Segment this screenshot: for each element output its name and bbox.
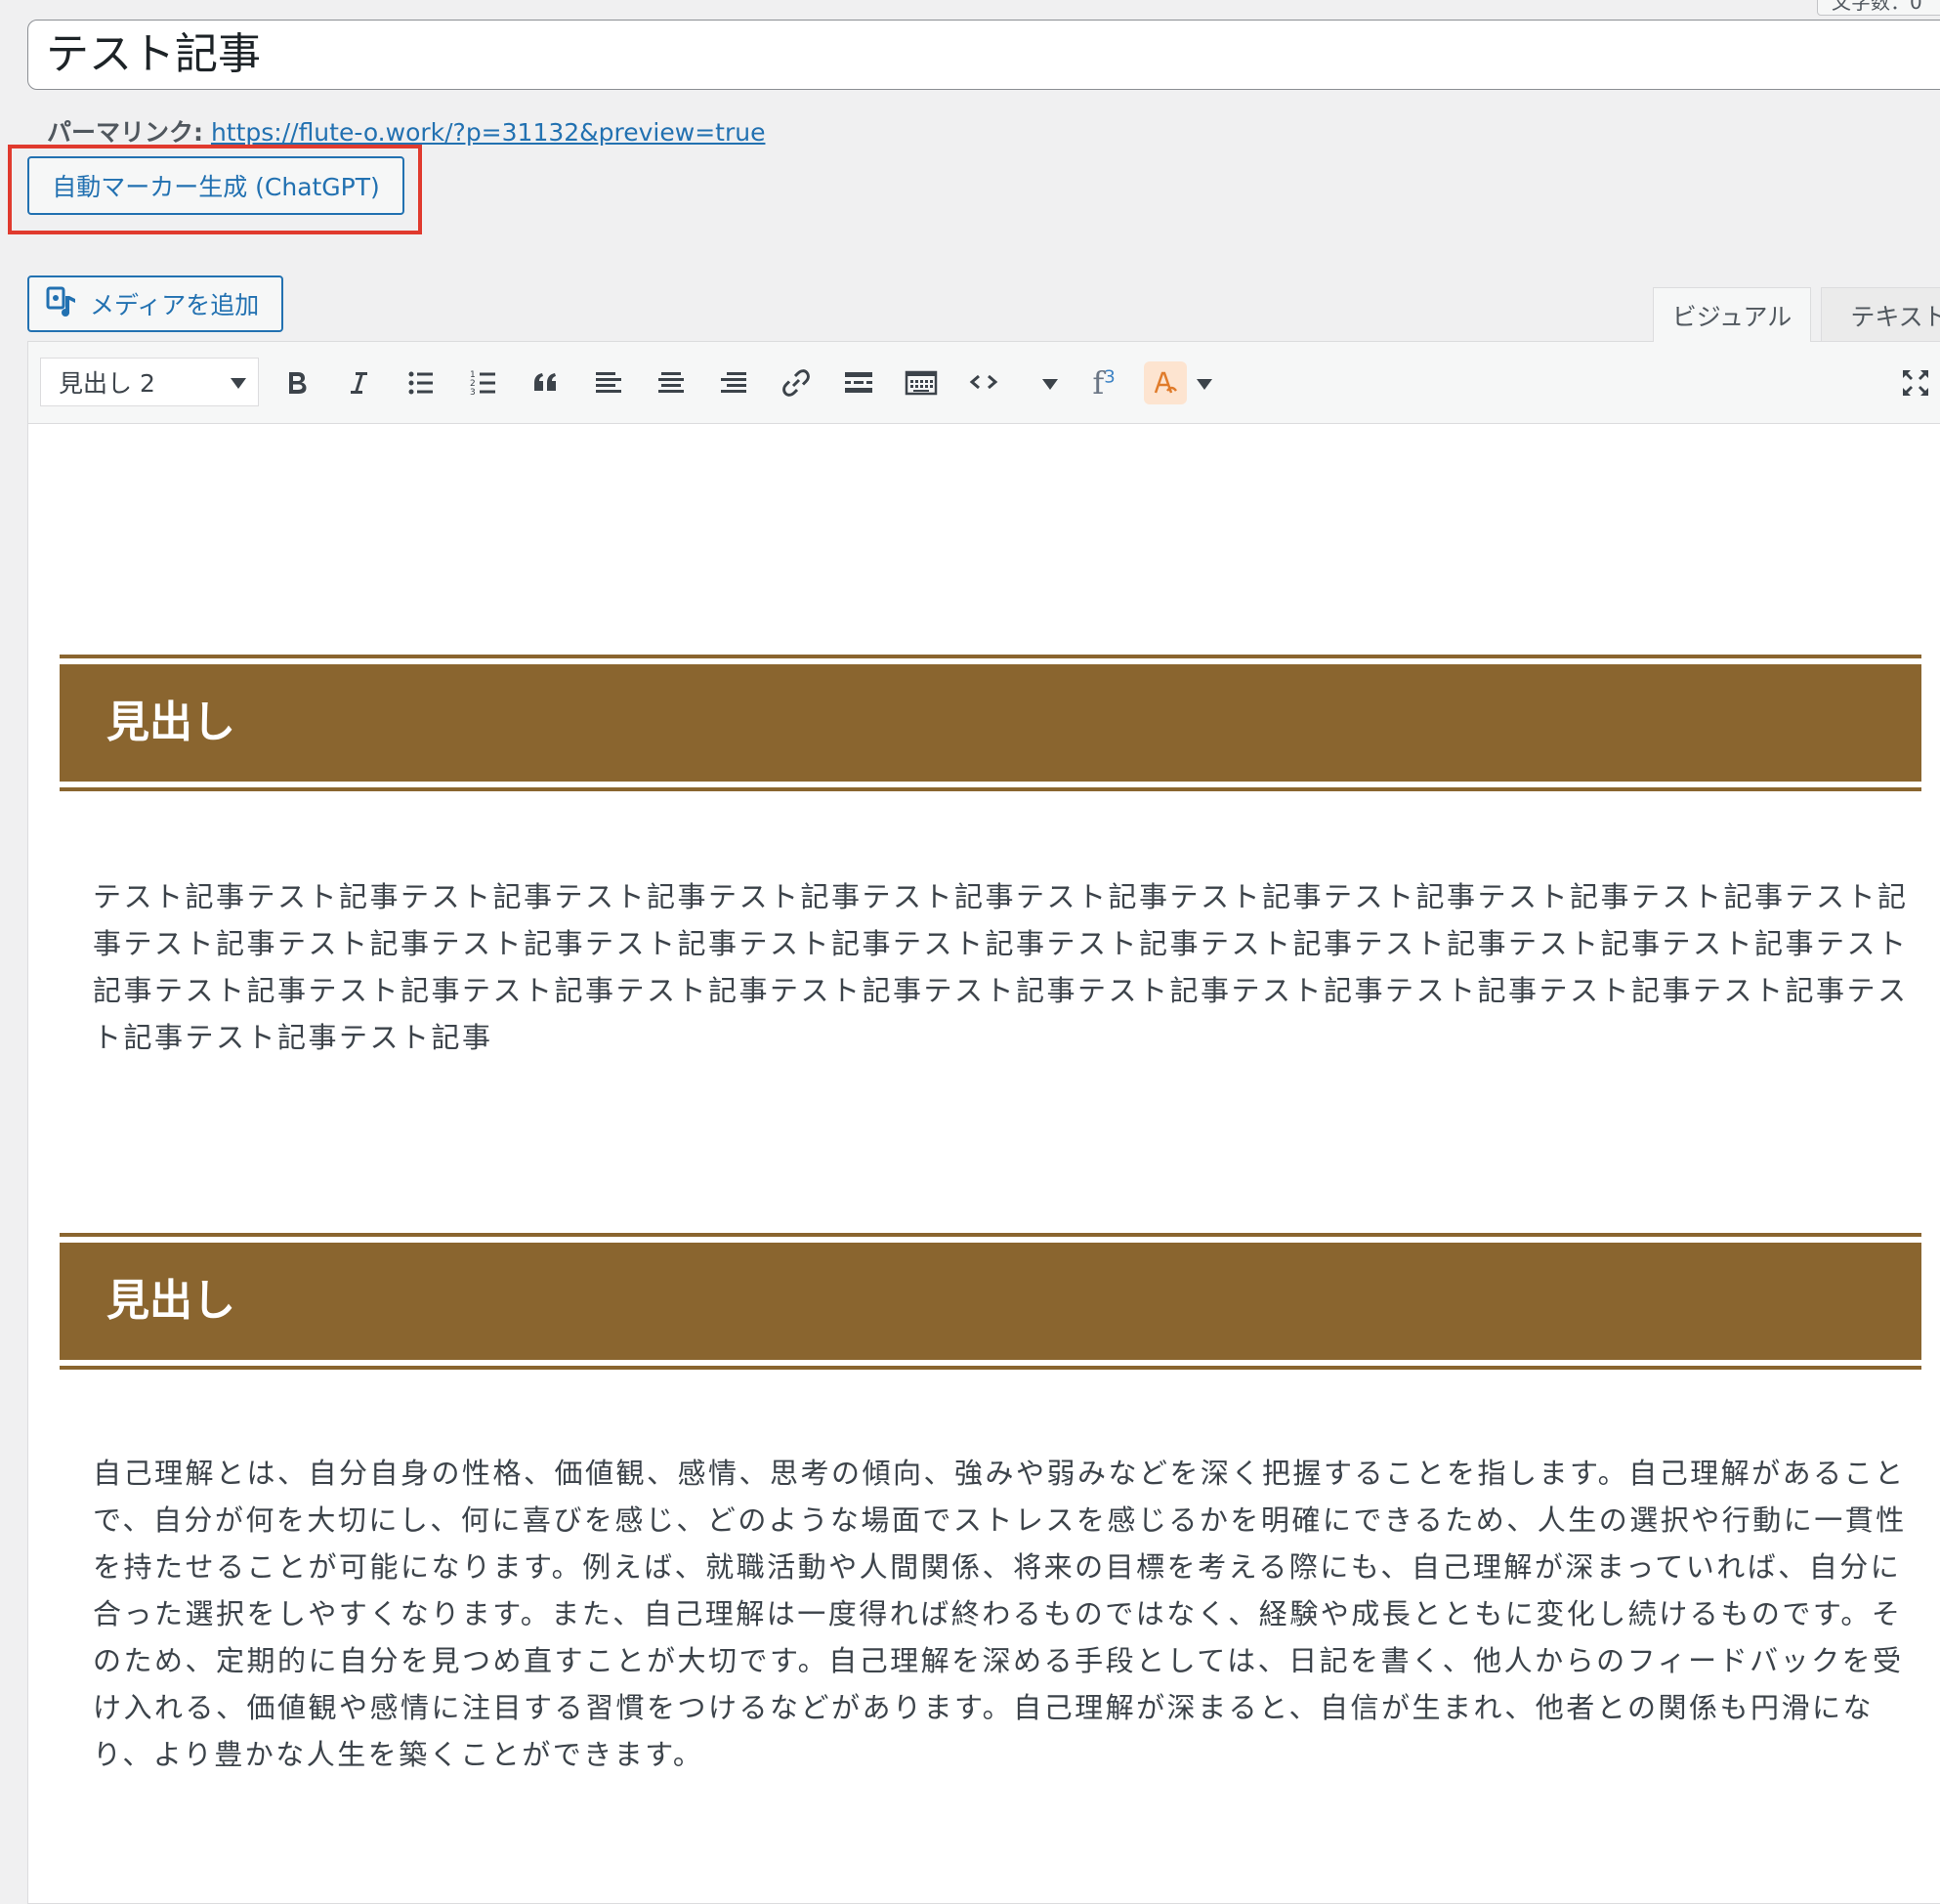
auto-marker-button[interactable]: 自動マーカー生成 (ChatGPT) [27, 156, 404, 215]
heading-text: 見出し [60, 664, 1921, 782]
formula-icon[interactable]: f3 [1079, 363, 1128, 402]
svg-text:3: 3 [470, 388, 476, 398]
fullscreen-icon[interactable] [1896, 363, 1935, 402]
marker-dropdown-arrow[interactable] [1197, 379, 1212, 390]
auto-marker-button-label: 自動マーカー生成 (ChatGPT) [52, 173, 380, 201]
media-icon [45, 284, 78, 323]
format-select[interactable]: 見出し 2 [40, 358, 259, 406]
permalink-label: パーマリンク: [47, 118, 203, 147]
heading-top-rule [60, 1233, 1921, 1237]
blockquote-icon[interactable] [527, 363, 566, 402]
tab-visual[interactable]: ビジュアル [1653, 287, 1811, 342]
marker-icon[interactable] [1144, 361, 1187, 404]
numbered-list-icon[interactable]: 123 [464, 363, 503, 402]
link-icon[interactable] [777, 363, 816, 402]
add-media-label: メディアを追加 [90, 291, 260, 319]
bullet-list-icon[interactable] [401, 363, 441, 402]
align-left-icon[interactable] [589, 363, 628, 402]
heading-block[interactable]: 見出し [60, 655, 1921, 791]
permalink-link[interactable]: https://flute-o.work/?p=31132&preview=tr… [211, 118, 766, 147]
read-more-icon[interactable] [839, 363, 878, 402]
code-icon[interactable] [964, 363, 1003, 402]
post-title-input[interactable]: テスト記事 [27, 20, 1940, 90]
heading-bottom-rule [60, 1366, 1921, 1370]
toolbar-toggle-icon[interactable] [902, 363, 941, 402]
editor-toolbar: 見出し 2 123 f3 [28, 342, 1940, 424]
heading-block[interactable]: 見出し [60, 1233, 1921, 1370]
format-select-value: 見出し 2 [59, 369, 155, 398]
paragraph[interactable]: テスト記事テスト記事テスト記事テスト記事テスト記事テスト記事テスト記事テスト記事… [93, 873, 1910, 1061]
align-right-icon[interactable] [714, 363, 753, 402]
heading-text: 見出し [60, 1243, 1921, 1360]
formula-label: f [1092, 364, 1105, 402]
paragraph[interactable]: 自己理解とは、自分自身の性格、価値観、感情、思考の傾向、強みや弱みなどを深く把握… [93, 1450, 1910, 1778]
bold-icon[interactable] [276, 363, 316, 402]
code-dropdown-arrow[interactable] [1042, 379, 1058, 390]
formula-superscript: 3 [1104, 366, 1116, 388]
chevron-down-icon [231, 378, 246, 389]
heading-bottom-rule [60, 787, 1921, 791]
editor: 見出し 2 123 f3 見出し テスト記事テスト記事テスト記事テスト記事テスト… [27, 341, 1940, 1904]
heading-top-rule [60, 655, 1921, 658]
align-center-icon[interactable] [652, 363, 691, 402]
italic-icon[interactable] [339, 363, 378, 402]
tab-text[interactable]: テキスト [1821, 287, 1940, 342]
word-count: 文字数：0 [1817, 0, 1940, 16]
add-media-button[interactable]: メディアを追加 [27, 275, 283, 332]
